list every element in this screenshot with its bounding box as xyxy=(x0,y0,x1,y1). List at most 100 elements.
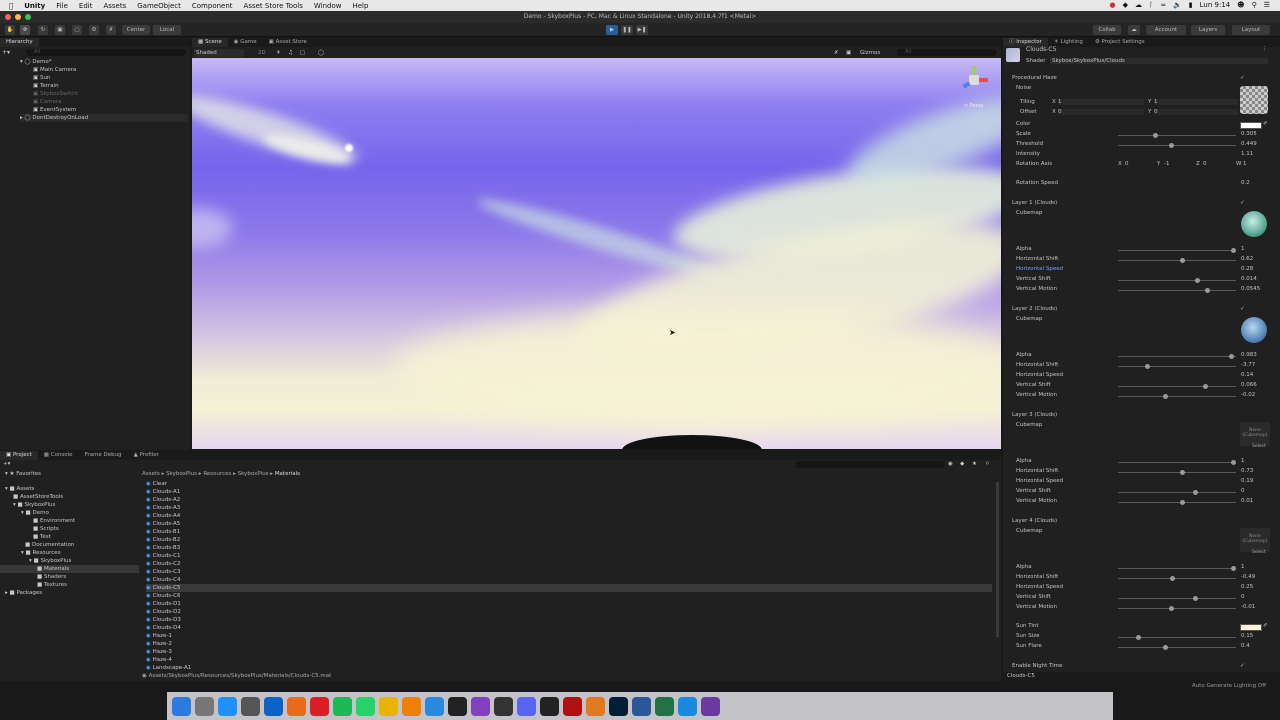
material-file-item[interactable]: ◉ Clouds-C5 xyxy=(146,584,992,592)
camera-settings-icon[interactable]: ▣ xyxy=(846,49,851,57)
dock-discord-icon[interactable] xyxy=(517,696,536,716)
inspector-menu-icon[interactable]: ⋮ xyxy=(1262,46,1268,52)
material-file-item[interactable]: ◉ Landscape-A1 xyxy=(146,664,992,672)
property-slider[interactable] xyxy=(1118,394,1236,399)
dock-github-icon[interactable] xyxy=(494,696,513,716)
cubemap-empty-slot[interactable]: None (Cubemap) xyxy=(1240,422,1270,446)
property-slider[interactable] xyxy=(1118,364,1236,369)
dock-vs-icon[interactable] xyxy=(701,696,720,716)
property-value-field[interactable]: 0.01 xyxy=(1241,498,1253,504)
apple-icon[interactable]:  xyxy=(9,2,13,10)
property-slider[interactable] xyxy=(1118,278,1236,283)
property-slider[interactable] xyxy=(1118,258,1236,263)
dock-vlc-icon[interactable] xyxy=(402,696,421,716)
material-file-item[interactable]: ◉ Haze-4 xyxy=(146,656,992,664)
menu-component[interactable]: Component xyxy=(192,2,233,10)
menu-help[interactable]: Help xyxy=(352,2,368,10)
rotation-axis-w-field[interactable]: 1 xyxy=(1243,161,1247,167)
slider-knob[interactable] xyxy=(1229,354,1234,359)
property-value-field[interactable]: 0.14 xyxy=(1241,372,1253,378)
move-tool-icon[interactable]: ✥ xyxy=(20,25,30,35)
property-value-field[interactable]: 0.25 xyxy=(1241,584,1253,590)
menu-gameobject[interactable]: GameObject xyxy=(137,2,181,10)
favorite-star-icon[interactable]: ★ xyxy=(972,460,977,468)
battery-icon[interactable]: ▮ xyxy=(1189,1,1193,9)
folder-node[interactable]: ▾ ■ SkyboxPlus xyxy=(13,501,55,509)
dock-affinity-icon[interactable] xyxy=(471,696,490,716)
property-slider[interactable] xyxy=(1118,384,1236,389)
rotation-axis-z-field[interactable]: 0 xyxy=(1203,161,1207,167)
folder-node[interactable]: ▾ ■ Demo xyxy=(21,509,49,517)
menubar-clock[interactable]: Lun 9:14 xyxy=(1200,1,1231,9)
tab-scene[interactable]: ▦ Scene xyxy=(192,38,228,47)
material-file-item[interactable]: ◉ Clouds-B3 xyxy=(146,544,992,552)
dock-spotify-icon[interactable] xyxy=(333,696,352,716)
dock-safari-icon[interactable] xyxy=(678,696,697,716)
property-slider[interactable] xyxy=(1118,596,1236,601)
property-slider[interactable] xyxy=(1118,133,1236,138)
zoom-window-icon[interactable] xyxy=(25,14,31,20)
material-file-item[interactable]: ◉ Clouds-C6 xyxy=(146,592,992,600)
scene-tools-icon[interactable]: ✗ xyxy=(834,49,839,57)
breadcrumb-item[interactable]: SkyboxPlus xyxy=(166,471,197,477)
tab-profiler[interactable]: ▲ Profiler xyxy=(128,451,165,460)
hand-tool-icon[interactable]: ✋ xyxy=(5,25,15,35)
slider-knob[interactable] xyxy=(1203,384,1208,389)
breadcrumb-item[interactable]: Assets xyxy=(142,471,160,477)
property-slider[interactable] xyxy=(1118,354,1236,359)
transform-tool-icon[interactable]: ⚙ xyxy=(89,25,99,35)
tab-hierarchy[interactable]: Hierarchy xyxy=(0,38,39,47)
property-slider[interactable] xyxy=(1118,460,1236,465)
slider-knob[interactable] xyxy=(1145,364,1150,369)
rotate-tool-icon[interactable]: ↻ xyxy=(38,25,48,35)
property-value-field[interactable]: 0.983 xyxy=(1241,352,1257,358)
close-window-icon[interactable] xyxy=(5,14,11,20)
material-file-item[interactable]: ◉ Clouds-A3 xyxy=(146,504,992,512)
hidden-packages-icon[interactable]: ⚪ xyxy=(985,460,990,468)
cloud-icon[interactable]: ☁ xyxy=(1135,1,1142,9)
audio-toggle-icon[interactable]: ♫ xyxy=(288,49,293,57)
material-file-item[interactable]: ◉ Clouds-C4 xyxy=(146,576,992,584)
slider-knob[interactable] xyxy=(1193,490,1198,495)
property-slider[interactable] xyxy=(1118,606,1236,611)
folder-node-selected[interactable]: ■ Materials xyxy=(0,565,139,573)
dock-chrome-icon[interactable] xyxy=(379,696,398,716)
material-file-item[interactable]: ◉ Haze-2 xyxy=(146,640,992,648)
slider-knob[interactable] xyxy=(1169,606,1174,611)
property-value-field[interactable]: 0.0545 xyxy=(1241,286,1260,292)
projection-label[interactable]: < Persp xyxy=(964,102,984,110)
layers-dropdown[interactable]: Layers xyxy=(1191,25,1225,35)
property-value-field[interactable]: 1 xyxy=(1241,458,1245,464)
section-toggle-check[interactable]: ✓ xyxy=(1240,75,1245,81)
slider-knob[interactable] xyxy=(1193,596,1198,601)
scene-root-dontdestroyonload[interactable]: ▸ ◯ DontDestroyOnLoad xyxy=(20,114,188,122)
folder-node[interactable]: ■ Textures xyxy=(37,581,67,589)
breadcrumb-item[interactable]: Materials xyxy=(275,471,300,477)
volume-icon[interactable]: 🔈 xyxy=(1173,1,1182,9)
file-list-scrollbar[interactable] xyxy=(996,482,999,637)
menu-asset-store-tools[interactable]: Asset Store Tools xyxy=(244,2,303,10)
notification-center-icon[interactable]: ☰ xyxy=(1264,1,1270,9)
noise-texture-thumbnail[interactable] xyxy=(1240,86,1268,114)
filter-type-icon[interactable]: ◉ xyxy=(948,460,953,468)
cubemap-thumbnail[interactable] xyxy=(1241,211,1267,237)
dock-epic-icon[interactable] xyxy=(540,696,559,716)
hierarchy-item[interactable]: ▣ Camera xyxy=(33,98,62,106)
property-value-field[interactable]: 0.014 xyxy=(1241,276,1257,282)
record-icon[interactable]: ● xyxy=(1110,1,1116,9)
rotation-speed-field[interactable]: 0.2 xyxy=(1241,180,1250,186)
property-value-field[interactable]: 1.11 xyxy=(1241,151,1253,157)
scene-camera-icon[interactable]: ◯ xyxy=(318,49,324,57)
eyedropper-icon[interactable]: ✐ xyxy=(1263,623,1268,629)
scale-tool-icon[interactable]: ▣ xyxy=(55,25,65,35)
create-plus-icon[interactable]: +▾ xyxy=(2,49,10,56)
slider-knob[interactable] xyxy=(1163,394,1168,399)
lighting-toggle-icon[interactable]: ☀ xyxy=(276,49,281,57)
slider-knob[interactable] xyxy=(1231,248,1236,253)
property-slider[interactable] xyxy=(1118,143,1236,148)
property-value-field[interactable]: 1 xyxy=(1241,564,1245,570)
dock-word-icon[interactable] xyxy=(632,696,651,716)
dock-ps-icon[interactable] xyxy=(609,696,628,716)
material-file-item[interactable]: ◉ Clouds-C3 xyxy=(146,568,992,576)
menu-assets[interactable]: Assets xyxy=(103,2,126,10)
